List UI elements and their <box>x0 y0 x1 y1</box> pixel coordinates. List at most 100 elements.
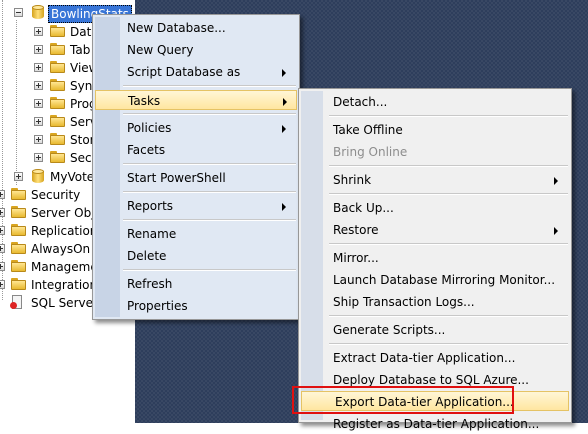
menu-item-restore[interactable]: Restore <box>329 220 568 240</box>
menu-item-label: Delete <box>127 249 167 263</box>
folder-icon <box>11 206 27 219</box>
folder-icon <box>11 278 27 291</box>
folder-icon <box>50 79 66 92</box>
expand-icon[interactable] <box>0 190 5 199</box>
menu-item-label: Facets <box>127 143 166 157</box>
menu-item-label: Reports <box>127 199 174 213</box>
menu-separator <box>329 315 568 317</box>
menu-item-label: Launch Database Mirroring Monitor... <box>333 273 556 287</box>
submenu-arrow-icon <box>282 69 286 77</box>
menu-item-take-offline[interactable]: Take Offline <box>329 120 568 140</box>
menu-item-label: Start PowerShell <box>127 171 226 185</box>
menu-separator <box>123 269 296 271</box>
tree-node-label: Security <box>31 188 81 202</box>
expand-icon[interactable] <box>0 280 5 289</box>
submenu-arrow-icon <box>554 177 558 185</box>
menu-separator <box>329 115 568 117</box>
folder-icon <box>11 188 27 201</box>
menu-item-label: Back Up... <box>333 201 394 215</box>
menu-item-script-database-as[interactable]: Script Database as <box>123 62 296 82</box>
menu-item-label: Rename <box>127 227 177 241</box>
menu-item-back-up[interactable]: Back Up... <box>329 198 568 218</box>
folder-icon <box>11 242 27 255</box>
menu-item-label: New Query <box>127 43 194 57</box>
expand-icon[interactable] <box>34 63 43 72</box>
menu-item-start-powershell[interactable]: Start PowerShell <box>123 168 296 188</box>
menu-item-extract-data-tier-app[interactable]: Extract Data-tier Application... <box>329 348 568 368</box>
menu-item-ship-transaction-logs[interactable]: Ship Transaction Logs... <box>329 292 568 312</box>
database-icon <box>32 169 44 184</box>
menu-item-label: Take Offline <box>333 123 403 137</box>
menu-item-facets[interactable]: Facets <box>123 140 296 160</box>
collapse-icon[interactable] <box>14 8 23 17</box>
tree-node-label: Manageme <box>31 260 98 274</box>
menu-item-label: Tasks <box>128 94 161 108</box>
folder-icon <box>50 61 66 74</box>
submenu-arrow-icon <box>282 125 286 133</box>
sql-agent-icon <box>10 295 24 310</box>
menu-item-mirror[interactable]: Mirror... <box>329 248 568 268</box>
expand-icon[interactable] <box>14 172 23 181</box>
tasks-submenu: Detach... Take Offline Bring Online Shri… <box>298 88 572 431</box>
menu-item-label: Mirror... <box>333 251 379 265</box>
highlight-callout-box <box>292 386 514 414</box>
expand-icon[interactable] <box>0 226 5 235</box>
folder-icon <box>50 43 66 56</box>
expand-icon[interactable] <box>0 208 5 217</box>
tree-node-label: Stor <box>70 133 95 147</box>
menu-item-label: New Database... <box>127 21 226 35</box>
expand-icon[interactable] <box>34 45 43 54</box>
menu-item-delete[interactable]: Delete <box>123 246 296 266</box>
menu-item-properties[interactable]: Properties <box>123 296 296 316</box>
menu-item-shrink[interactable]: Shrink <box>329 170 568 190</box>
menu-item-register-data-tier-app[interactable]: Register as Data-tier Application... <box>329 414 568 434</box>
expand-icon[interactable] <box>34 27 43 36</box>
menu-separator <box>123 219 296 221</box>
expand-icon[interactable] <box>34 81 43 90</box>
expand-icon[interactable] <box>34 99 43 108</box>
menu-item-new-database[interactable]: New Database... <box>123 18 296 38</box>
tree-node-label: SQL Server <box>31 296 98 310</box>
expand-icon[interactable] <box>34 153 43 162</box>
menu-item-label: Restore <box>333 223 379 237</box>
menu-item-label: Properties <box>127 299 188 313</box>
folder-icon <box>50 25 66 38</box>
folder-icon <box>50 151 66 164</box>
submenu-arrow-icon <box>283 98 287 106</box>
expand-icon[interactable] <box>0 262 5 271</box>
folder-icon <box>11 224 27 237</box>
folder-icon <box>50 115 66 128</box>
tree-node-label: MyVote <box>50 170 95 184</box>
submenu-arrow-icon <box>282 203 286 211</box>
menu-item-detach[interactable]: Detach... <box>329 92 568 112</box>
menu-item-launch-mirroring-monitor[interactable]: Launch Database Mirroring Monitor... <box>329 270 568 290</box>
menu-separator <box>123 191 296 193</box>
menu-icon-gutter <box>301 91 323 420</box>
expand-icon[interactable] <box>34 117 43 126</box>
menu-item-refresh[interactable]: Refresh <box>123 274 296 294</box>
menu-separator <box>123 85 296 87</box>
menu-item-label: Refresh <box>127 277 173 291</box>
menu-separator <box>329 165 568 167</box>
menu-item-policies[interactable]: Policies <box>123 118 296 138</box>
tree-guide-line <box>16 20 17 185</box>
menu-separator <box>329 193 568 195</box>
menu-separator <box>123 113 296 115</box>
menu-separator <box>329 243 568 245</box>
menu-item-label: Generate Scripts... <box>333 323 446 337</box>
menu-item-generate-scripts[interactable]: Generate Scripts... <box>329 320 568 340</box>
menu-separator <box>123 163 296 165</box>
expand-icon[interactable] <box>34 135 43 144</box>
submenu-arrow-icon <box>554 227 558 235</box>
menu-item-tasks[interactable]: Tasks <box>95 90 297 110</box>
menu-item-label: Policies <box>127 121 172 135</box>
folder-icon <box>50 97 66 110</box>
menu-item-reports[interactable]: Reports <box>123 196 296 216</box>
tree-guide-line <box>2 0 3 300</box>
expand-icon[interactable] <box>0 244 5 253</box>
menu-item-rename[interactable]: Rename <box>123 224 296 244</box>
menu-item-bring-online[interactable]: Bring Online <box>329 142 568 162</box>
menu-item-new-query[interactable]: New Query <box>123 40 296 60</box>
menu-item-label: Bring Online <box>333 145 408 159</box>
menu-icon-gutter <box>95 17 120 317</box>
